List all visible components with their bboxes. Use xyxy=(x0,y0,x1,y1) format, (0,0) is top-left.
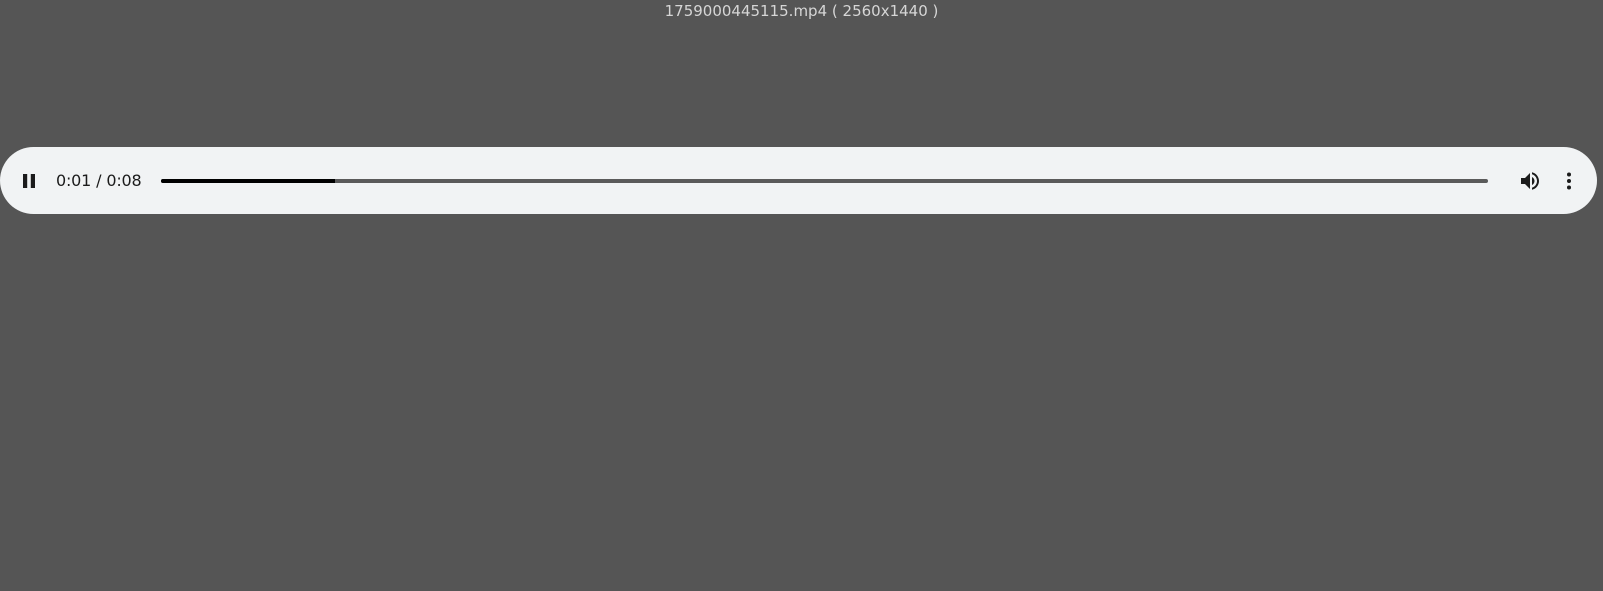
file-resolution: ( 2560x1440 ) xyxy=(831,2,939,20)
time-display: 0:01 / 0:08 xyxy=(56,171,142,190)
volume-icon xyxy=(1521,171,1539,190)
file-name: 1759000445115.mp4 xyxy=(664,2,828,20)
duration: 0:08 xyxy=(106,171,142,190)
progress-played xyxy=(161,178,336,183)
volume-button[interactable] xyxy=(1516,167,1544,195)
more-options-button[interactable] xyxy=(1555,167,1583,195)
time-separator: / xyxy=(96,171,102,190)
file-title: 1759000445115.mp4 ( 2560x1440 ) xyxy=(0,2,1603,20)
current-time: 0:01 xyxy=(56,171,92,190)
more-vert-icon xyxy=(1567,172,1571,189)
right-controls xyxy=(1516,167,1583,195)
pause-button[interactable] xyxy=(15,167,43,195)
progress-slider[interactable] xyxy=(161,171,1488,191)
progress-track xyxy=(161,178,1488,183)
pause-icon xyxy=(23,173,35,188)
audio-player-controls: 0:01 / 0:08 xyxy=(0,147,1597,214)
